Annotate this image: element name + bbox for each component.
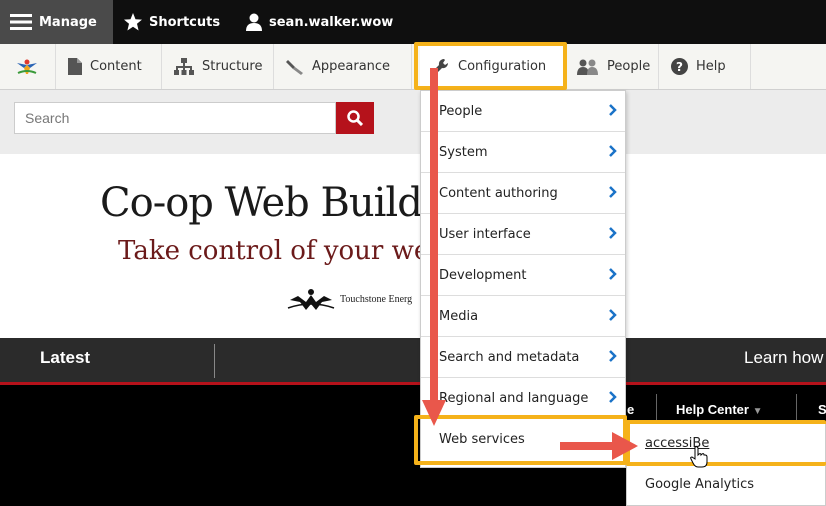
annotation-arrows <box>422 68 638 460</box>
right-arrow-icon <box>560 432 638 460</box>
hand-pointer-icon <box>690 446 708 468</box>
down-arrow-icon <box>422 68 446 426</box>
